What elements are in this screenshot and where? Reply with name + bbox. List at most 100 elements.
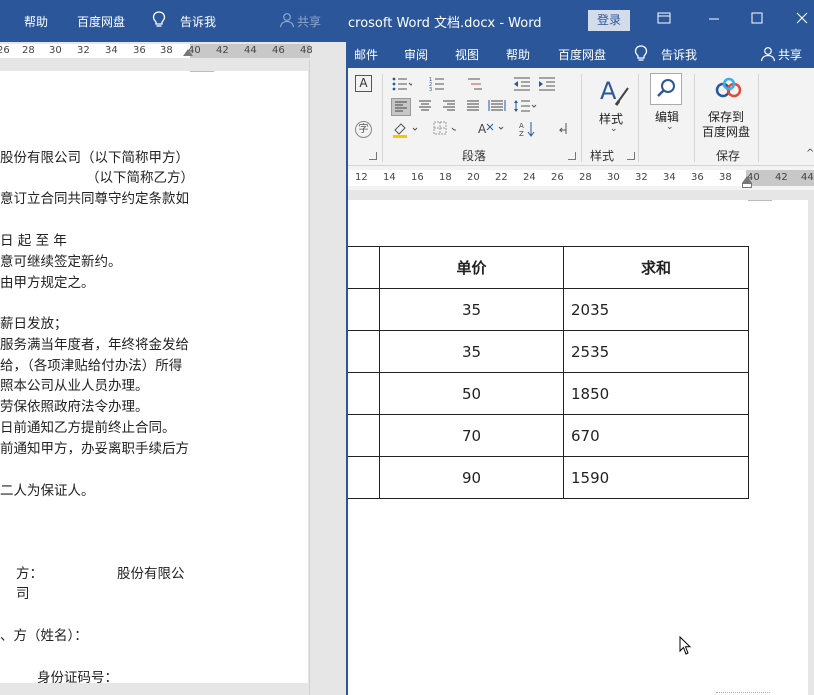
decrease-indent-icon[interactable] (512, 76, 532, 94)
increase-indent-icon[interactable] (537, 76, 557, 94)
doc-line: 二人为保证人。 (0, 483, 95, 499)
sum-cell[interactable]: 1590 (563, 456, 749, 499)
styles-icon[interactable]: A (598, 74, 630, 108)
ruler-number: 42 (775, 172, 788, 183)
ruler-number: 36 (133, 45, 146, 56)
tab-mailings[interactable]: 邮件 (354, 46, 378, 63)
lightbulb-icon[interactable] (634, 45, 648, 67)
table-row: 70 670 (348, 414, 749, 457)
ruler-number: 28 (579, 172, 592, 183)
close-icon[interactable] (792, 10, 812, 30)
header-sum[interactable]: 求和 (563, 246, 749, 289)
price-cell[interactable]: 90 (379, 456, 564, 499)
minimize-icon[interactable] (704, 10, 724, 30)
line-spacing-icon[interactable] (512, 98, 537, 116)
tab-baidu-netdisk[interactable]: 百度网盘 (77, 13, 125, 30)
doc-line: 意可继续签定新约。 (0, 254, 122, 270)
sum-cell[interactable]: 1850 (563, 372, 749, 415)
doc-line: 日 起 至 年 (0, 233, 67, 249)
ruler-number: 16 (411, 172, 424, 183)
ruler-number: 20 (467, 172, 480, 183)
right-document-page[interactable]: 单价 求和 35 2035 35 2535 50 1850 70 670 90 … (348, 200, 808, 695)
ruler-number: 24 (523, 172, 536, 183)
ruler-number: 38 (160, 45, 173, 56)
paragraph-dialog-launcher[interactable] (568, 152, 576, 160)
tab-view[interactable]: 视图 (455, 46, 479, 63)
share-button[interactable]: 共享 (778, 46, 802, 63)
doc-line: 给，（各项津贴给付办法）所得 (0, 358, 183, 374)
sort-icon[interactable]: AZ (518, 120, 538, 138)
left-vertical-scrollbar[interactable] (309, 60, 346, 695)
ribbon-home: A 字 123 A A Z 段落 A 样式 ⌄ 样式 编辑 ⌄ 保存到 百度网盘… (348, 68, 814, 166)
maximize-icon[interactable] (747, 10, 767, 30)
left-indent-marker[interactable] (742, 183, 752, 188)
table-row: 90 1590 (348, 456, 749, 499)
tab-review[interactable]: 审阅 (404, 46, 428, 63)
borders-icon[interactable] (432, 120, 456, 138)
data-table[interactable]: 单价 求和 35 2035 35 2535 50 1850 70 670 90 … (348, 246, 749, 499)
numbering-icon[interactable]: 123 (428, 76, 448, 94)
sum-cell[interactable]: 2035 (563, 288, 749, 331)
doc-line: 意订立合同共同尊守约定条款如 (0, 191, 189, 207)
table-cell[interactable] (348, 414, 380, 457)
left-document-page[interactable]: 股份有限公司（以下简称甲方） （以下简称乙方） 意订立合同共同尊守约定条款如 日… (0, 71, 308, 683)
ruler-number: 28 (22, 45, 35, 56)
table-row: 35 2535 (348, 330, 749, 373)
right-word-window: crosoft Word 文档.docx - Word 登录 邮件 审阅 视图 … (346, 0, 814, 695)
table-cell[interactable] (348, 330, 380, 373)
table-cell[interactable] (348, 456, 380, 499)
distributed-button[interactable] (488, 98, 508, 116)
paragraph-group-label: 段落 (462, 149, 487, 163)
price-cell[interactable]: 35 (379, 330, 564, 373)
chevron-down-icon[interactable]: ⌄ (610, 124, 618, 134)
left-horizontal-ruler[interactable]: 26 28 30 32 34 36 38 40 42 44 46 48 (0, 42, 313, 60)
tab-help[interactable]: 帮助 (506, 46, 530, 63)
restore-icon[interactable] (654, 10, 674, 30)
tab-baidu-netdisk[interactable]: 百度网盘 (558, 46, 606, 63)
ruler-number: 34 (105, 45, 118, 56)
baidu-netdisk-icon[interactable] (714, 76, 744, 102)
sum-cell[interactable]: 2535 (563, 330, 749, 373)
multilevel-list-icon[interactable] (466, 76, 486, 94)
table-cell[interactable] (348, 372, 380, 415)
price-cell[interactable]: 35 (379, 288, 564, 331)
bullets-icon[interactable] (390, 76, 414, 94)
justify-button[interactable] (464, 98, 484, 116)
doc-line: 照本公司从业人员办理。 (0, 378, 149, 394)
shading-icon[interactable] (391, 120, 418, 138)
price-cell[interactable]: 70 (379, 414, 564, 457)
screen: 帮助 百度网盘 告诉我 共享 26 28 30 32 34 36 38 40 4… (0, 0, 814, 695)
ribbon-tab-bar: 邮件 审阅 视图 帮助 百度网盘 告诉我 共享 (348, 40, 814, 68)
tab-help[interactable]: 帮助 (24, 13, 48, 30)
align-center-button[interactable] (416, 98, 436, 116)
chinese-layout-icon[interactable]: A (477, 120, 504, 138)
enclose-characters-icon[interactable]: 字 (355, 121, 372, 138)
chevron-down-icon[interactable]: ⌄ (666, 122, 674, 132)
search-icon[interactable] (650, 73, 682, 105)
right-indent-marker[interactable] (183, 49, 193, 56)
font-dialog-launcher[interactable] (369, 152, 377, 160)
header-unit-price[interactable]: 单价 (379, 246, 564, 289)
save-to-baidu-label-2[interactable]: 百度网盘 (702, 123, 750, 140)
styles-dialog-launcher[interactable] (627, 152, 635, 160)
collapse-ribbon-icon[interactable]: ^ (806, 148, 814, 159)
align-right-button[interactable] (440, 98, 460, 116)
ruler-number: 22 (495, 172, 508, 183)
character-border-icon[interactable]: A (355, 75, 372, 92)
right-indent-marker[interactable] (742, 176, 752, 183)
lightbulb-icon[interactable] (152, 11, 166, 33)
align-left-button[interactable] (391, 98, 411, 116)
tab-tell-me[interactable]: 告诉我 (661, 46, 697, 63)
table-cell[interactable] (348, 246, 380, 289)
show-paragraph-marks-icon[interactable] (556, 120, 576, 138)
doc-line: 司 (16, 586, 30, 602)
login-button[interactable]: 登录 (588, 10, 630, 31)
share-button[interactable]: 共享 (297, 13, 321, 30)
ruler-number: 44 (801, 172, 814, 183)
ruler-number: 42 (216, 45, 229, 56)
doc-line: 薪日发放； (0, 316, 68, 332)
table-cell[interactable] (348, 288, 380, 331)
tab-tell-me[interactable]: 告诉我 (180, 13, 216, 30)
price-cell[interactable]: 50 (379, 372, 564, 415)
sum-cell[interactable]: 670 (563, 414, 749, 457)
